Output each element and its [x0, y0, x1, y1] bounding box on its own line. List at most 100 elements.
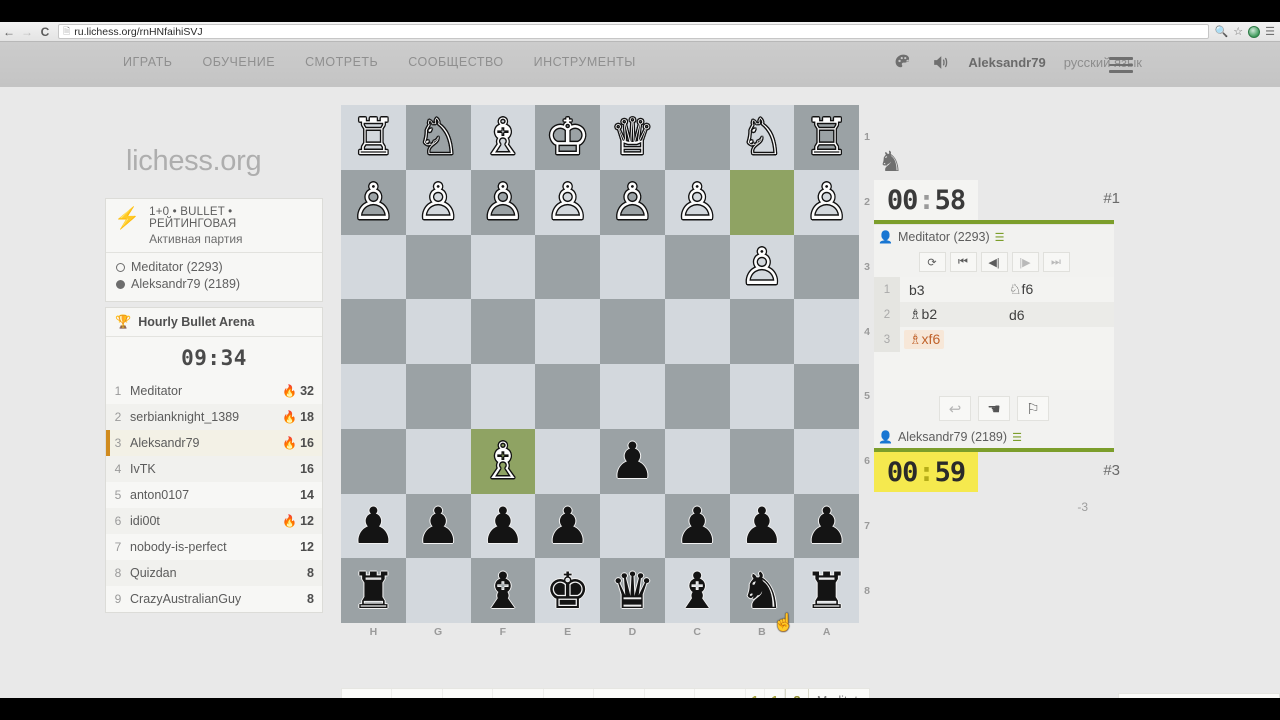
white-B-piece-icon[interactable]: ♗ — [480, 112, 525, 162]
search-icon[interactable]: 🔍 — [1215, 25, 1229, 38]
black-P-piece-icon[interactable]: ♟ — [739, 501, 784, 551]
chess-board[interactable]: ♖ ♘ ♗ ♔ ♕ ♘ ♖ ♙ ♙ ♙ ♙ ♙ ♙ ♙ ♙ ♗ ♟ ♟ ♟ ♟ ♟ ♟ ♟ ♟ ♜ ♝ ♚ ♛ ♝ ♞ ♜ — [341, 105, 859, 623]
standings-row[interactable]: 1 Meditator 🔥 32 — [106, 378, 322, 404]
board-square-d2[interactable]: ♙ — [600, 169, 665, 235]
board-square-f3[interactable] — [470, 234, 536, 300]
move-white[interactable]: b3 — [900, 282, 1000, 298]
board-square-a3[interactable] — [794, 234, 859, 300]
back-arrow-icon[interactable]: ← — [0, 23, 18, 41]
board-square-a5[interactable] — [794, 364, 859, 429]
white-P-piece-icon[interactable]: ♙ — [610, 177, 655, 227]
flip-board-icon[interactable]: ⟳ — [918, 252, 946, 272]
board-square-h1[interactable]: ♖ — [341, 105, 406, 170]
white-P-piece-icon[interactable]: ♙ — [739, 242, 784, 292]
nav-item-watch[interactable]: СМОТРЕТЬ — [305, 55, 378, 69]
white-N-piece-icon[interactable]: ♘ — [739, 112, 784, 162]
nav-item-play[interactable]: ИГРАТЬ — [123, 55, 172, 69]
board-square-c7[interactable]: ♟ — [664, 493, 730, 559]
board-square-b2[interactable] — [729, 169, 795, 235]
white-P-piece-icon[interactable]: ♙ — [351, 177, 396, 227]
board-square-b3[interactable]: ♙ — [729, 234, 795, 300]
black-P-piece-icon[interactable]: ♟ — [351, 501, 396, 551]
board-square-h6[interactable] — [341, 428, 406, 494]
board-square-e1[interactable]: ♔ — [535, 105, 600, 170]
palette-icon[interactable] — [894, 53, 913, 72]
takeback-icon[interactable]: ↩ — [939, 396, 971, 421]
black-P-piece-icon[interactable]: ♟ — [545, 501, 590, 551]
address-bar[interactable]: 🗎 ru.lichess.org/rnHNfaihiSVJ — [58, 24, 1209, 39]
next-move-icon[interactable]: |▶ — [1011, 252, 1039, 272]
black-P-piece-icon[interactable]: ♟ — [804, 501, 849, 551]
board-square-g3[interactable] — [405, 234, 471, 300]
white-P-piece-icon[interactable]: ♙ — [545, 177, 590, 227]
white-P-piece-icon[interactable]: ♙ — [480, 177, 525, 227]
board-square-d7[interactable] — [600, 493, 665, 559]
tournament-header[interactable]: 🏆 Hourly Bullet Arena — [106, 308, 322, 337]
white-P-piece-icon[interactable]: ♙ — [675, 177, 720, 227]
black-R-piece-icon[interactable]: ♜ — [804, 566, 849, 616]
board-square-e3[interactable] — [535, 234, 600, 300]
board-square-f4[interactable] — [470, 299, 536, 364]
move-black[interactable]: ♘f6 — [1000, 281, 1100, 298]
board-square-g6[interactable] — [405, 428, 471, 494]
standings-row[interactable]: 7 nobody-is-perfect 12 — [106, 534, 322, 560]
move-white[interactable]: ♗xf6 — [904, 330, 945, 349]
board-square-a4[interactable] — [794, 299, 859, 364]
board-square-g7[interactable]: ♟ — [405, 493, 471, 559]
white-K-piece-icon[interactable]: ♔ — [545, 112, 590, 162]
standings-row[interactable]: 5 anton0107 14 — [106, 482, 322, 508]
board-square-e8[interactable]: ♚ — [535, 558, 600, 623]
white-N-piece-icon[interactable]: ♘ — [416, 112, 461, 162]
black-P-piece-icon[interactable]: ♟ — [416, 501, 461, 551]
board-square-a7[interactable]: ♟ — [794, 493, 859, 559]
board-square-d4[interactable] — [600, 299, 665, 364]
board-square-g1[interactable]: ♘ — [405, 105, 471, 170]
white-Q-piece-icon[interactable]: ♕ — [610, 112, 655, 162]
opponent-player-line[interactable]: 👤 Meditator (2293) ☰ — [874, 225, 1114, 248]
board-square-c8[interactable]: ♝ — [664, 558, 730, 623]
black-B-piece-icon[interactable]: ♝ — [675, 566, 720, 616]
board-square-d6[interactable]: ♟ — [600, 428, 665, 494]
hamburger-menu-icon[interactable]: ☰ — [1265, 25, 1275, 38]
forward-arrow-icon[interactable]: → — [18, 23, 36, 41]
board-square-h5[interactable] — [341, 364, 406, 429]
board-square-f5[interactable] — [470, 364, 536, 429]
my-player-line[interactable]: 👤 Aleksandr79 (2189) ☰ — [874, 425, 1114, 448]
board-square-g8[interactable] — [405, 558, 471, 623]
black-P-piece-icon[interactable]: ♟ — [480, 501, 525, 551]
last-move-icon[interactable]: ⏭ — [1042, 252, 1070, 272]
board-square-c4[interactable] — [664, 299, 730, 364]
board-square-g2[interactable]: ♙ — [405, 169, 471, 235]
board-square-e2[interactable]: ♙ — [535, 169, 600, 235]
standings-row[interactable]: 6 idi00t 🔥 12 — [106, 508, 322, 534]
board-square-c1[interactable] — [664, 105, 730, 170]
hamburger-menu-icon[interactable] — [1109, 57, 1133, 77]
white-P-piece-icon[interactable]: ♙ — [416, 177, 461, 227]
site-logo[interactable]: lichess.org — [126, 145, 262, 178]
board-square-e7[interactable]: ♟ — [535, 493, 600, 559]
board-square-a6[interactable] — [794, 428, 859, 494]
nav-item-learn[interactable]: ОБУЧЕНИЕ — [202, 55, 275, 69]
board-square-c5[interactable] — [664, 364, 730, 429]
board-square-c3[interactable] — [664, 234, 730, 300]
black-K-piece-icon[interactable]: ♚ — [545, 566, 590, 616]
black-P-piece-icon[interactable]: ♟ — [610, 436, 655, 486]
player-black-row[interactable]: Aleksandr79 (2189) — [116, 276, 313, 293]
board-square-b1[interactable]: ♘ — [729, 105, 795, 170]
reload-icon[interactable]: C — [36, 23, 54, 41]
board-square-f2[interactable]: ♙ — [470, 169, 536, 235]
board-square-b5[interactable] — [729, 364, 795, 429]
nav-item-tools[interactable]: ИНСТРУМЕНТЫ — [534, 55, 636, 69]
board-square-b4[interactable] — [729, 299, 795, 364]
white-P-piece-icon[interactable]: ♙ — [804, 177, 849, 227]
board-square-c2[interactable]: ♙ — [664, 169, 730, 235]
black-B-piece-icon[interactable]: ♝ — [480, 566, 525, 616]
header-username[interactable]: Aleksandr79 — [968, 55, 1045, 70]
board-square-g4[interactable] — [405, 299, 471, 364]
board-square-h7[interactable]: ♟ — [341, 493, 406, 559]
white-R-piece-icon[interactable]: ♖ — [804, 112, 849, 162]
friends-header[interactable]: 1 Друзья онлайн — [1119, 694, 1279, 698]
board-square-e4[interactable] — [535, 299, 600, 364]
board-square-d1[interactable]: ♕ — [600, 105, 665, 170]
move-black[interactable]: d6 — [1000, 307, 1100, 323]
